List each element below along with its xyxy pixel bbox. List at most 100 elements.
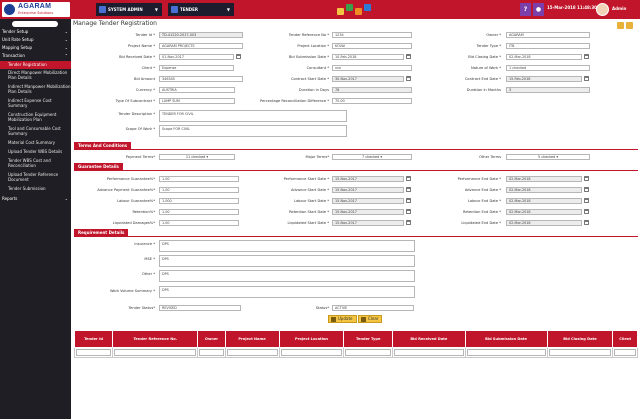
project-name-field[interactable]: AGARAM PROJECTS — [159, 43, 243, 49]
guarantee-value-field[interactable]: 1.000 — [159, 198, 239, 204]
sidebar-search-input[interactable] — [12, 21, 58, 27]
reconciliation-field[interactable]: 70.00 — [332, 98, 412, 104]
guarantee-end-field[interactable]: 02-Mar-2018 — [506, 198, 582, 204]
sidebar-item-wbs-reconciliation[interactable]: Tender WBS Cost and Reconciliation — [0, 158, 71, 168]
project-location-field[interactable]: KOVAI — [332, 43, 412, 49]
guarantee-value-field[interactable]: 1.00 — [159, 187, 239, 193]
guarantee-end-field[interactable]: 02-Mar-2018 — [506, 209, 582, 215]
guarantee-value-field[interactable]: 1.00 — [159, 209, 239, 215]
sidebar-item-upload-wbs[interactable]: Upload Tender WBS Details — [0, 149, 71, 155]
calendar-icon[interactable] — [584, 54, 589, 59]
nature-of-work-select[interactable]: 1 checked — [506, 65, 590, 71]
consultant-field[interactable]: vvn — [332, 65, 412, 71]
column-header[interactable]: Bid Closing Date — [546, 330, 614, 348]
filter-input[interactable] — [114, 349, 197, 356]
calendar-icon[interactable] — [406, 176, 411, 181]
update-button[interactable]: Update — [328, 315, 357, 323]
sidebar-item-tender-submission[interactable]: Tender Submission — [0, 186, 71, 192]
settings-icon[interactable] — [364, 4, 371, 11]
calendar-icon[interactable] — [584, 176, 589, 181]
add-icon[interactable] — [617, 22, 624, 29]
user-name[interactable]: Admin — [612, 6, 626, 11]
submodule-selector[interactable]: TENDER ▼ — [168, 3, 234, 16]
guarantee-end-field[interactable]: 02-Mar-2018 — [506, 220, 582, 226]
filter-input[interactable] — [394, 349, 464, 356]
sidebar-item-direct-manpower[interactable]: Direct Manpower Mobilization Plan Detail… — [0, 70, 71, 80]
owner-field[interactable]: AGARAM — [506, 32, 590, 38]
filter-input[interactable] — [199, 349, 224, 356]
sidebar-item-indirect-manpower[interactable]: Indirect Manpower Mobilization Plan Deta… — [0, 84, 71, 94]
major-terms-select[interactable]: 7 checked ▾ — [332, 154, 412, 160]
list-icon[interactable] — [626, 22, 633, 29]
currency-select[interactable]: AUSTRIA — [159, 87, 235, 93]
column-header[interactable]: Project Name — [224, 330, 280, 348]
bid-received-field[interactable]: 01-Nov-2017 — [159, 54, 234, 60]
filter-input[interactable] — [466, 349, 546, 356]
column-header[interactable]: Bid Received Date — [392, 330, 466, 348]
column-header[interactable]: Client — [612, 330, 638, 348]
guarantee-start-field[interactable]: 15-Nov-2017 — [332, 209, 404, 215]
filter-input[interactable] — [345, 349, 391, 356]
guarantee-start-field[interactable]: 15-Nov-2017 — [332, 220, 404, 226]
sidebar-item-upload-reference[interactable]: Upload Tender Reference Document — [0, 172, 71, 182]
column-header[interactable]: Tender Id — [73, 330, 114, 348]
reports-icon[interactable] — [355, 8, 362, 15]
status-select[interactable]: ACTIVE — [332, 305, 414, 311]
calendar-icon[interactable] — [406, 54, 411, 59]
guarantee-value-field[interactable]: 1.00 — [159, 220, 239, 226]
sidebar-item-unit-rate-setup[interactable]: Unit Rate Setup ⌄ — [0, 37, 71, 42]
guarantee-value-field[interactable]: 1.00 — [159, 176, 239, 182]
sidebar-item-construction-equipment[interactable]: Construction Equipment Mobilization Plan — [0, 112, 71, 122]
scope-field[interactable]: Scope FOR CIVIL — [159, 125, 347, 137]
tender-description-field[interactable]: TENDER FOR CIVIL — [159, 110, 347, 122]
column-header[interactable]: Tender Reference No. — [112, 330, 199, 348]
filter-input[interactable] — [614, 349, 636, 356]
calendar-icon[interactable] — [584, 220, 589, 225]
tender-status-select[interactable]: REVISED — [159, 305, 241, 311]
column-header[interactable]: Owner — [197, 330, 226, 348]
column-header[interactable]: Tender Type — [343, 330, 393, 348]
work-volume-field[interactable]: DPS — [159, 286, 415, 298]
calendar-icon[interactable] — [406, 76, 411, 81]
payment-terms-select[interactable]: 11 checked ▾ — [159, 154, 235, 160]
filter-input[interactable] — [226, 349, 278, 356]
mse-field[interactable]: DPS — [159, 255, 415, 267]
bid-amount-field[interactable]: 346345 — [159, 76, 243, 82]
guarantee-start-field[interactable]: 15-Nov-2017 — [332, 176, 404, 182]
calendar-icon[interactable] — [584, 198, 589, 203]
other-terms-select[interactable]: 5 checked ▾ — [506, 154, 590, 160]
column-header[interactable]: Bid Submission Date — [464, 330, 548, 348]
help-button[interactable]: ? — [520, 3, 531, 16]
calendar-icon[interactable] — [406, 187, 411, 192]
sidebar-item-tool-consumable[interactable]: Tool and Consumable Cost Summary — [0, 126, 71, 136]
client-field[interactable]: Expense — [159, 65, 234, 71]
sidebar-item-tender-registration[interactable]: Tender Registration — [0, 61, 71, 69]
calendar-icon[interactable] — [406, 198, 411, 203]
guarantee-start-field[interactable]: 15-Nov-2017 — [332, 198, 404, 204]
clear-button[interactable]: Clear — [358, 315, 383, 323]
calendar-icon[interactable] — [406, 220, 411, 225]
calendar-icon[interactable] — [406, 209, 411, 214]
calendar-icon[interactable] — [584, 76, 589, 81]
bid-closing-field[interactable]: 02-Mar-2018 — [506, 54, 582, 60]
tender-id-field[interactable]: TD-41220-2017-003 — [159, 32, 243, 38]
filter-input[interactable] — [280, 349, 343, 356]
notification-icon[interactable]: ● — [533, 3, 544, 16]
guarantee-end-field[interactable]: 02-Mar-2018 — [506, 176, 582, 182]
guarantee-end-field[interactable]: 02-Mar-2018 — [506, 187, 582, 193]
tender-ref-field[interactable]: 1234 — [332, 32, 412, 38]
avatar[interactable] — [596, 3, 609, 16]
calendar-icon[interactable] — [584, 209, 589, 214]
calendar-icon[interactable] — [584, 187, 589, 192]
filter-input[interactable] — [548, 349, 612, 356]
sidebar-item-reports[interactable]: Reports ⌄ — [0, 196, 71, 201]
contract-end-field[interactable]: 15-Feb-2018 — [506, 76, 582, 82]
other-field[interactable]: DPS — [159, 270, 415, 282]
sidebar-item-indirect-expense[interactable]: Indirect Expense Cost Summary — [0, 98, 71, 108]
calendar-icon[interactable] — [236, 54, 241, 59]
sidebar-item-tender-setup[interactable]: Tender Setup ⌄ — [0, 29, 71, 34]
guarantee-start-field[interactable]: 15-Nov-2017 — [332, 187, 404, 193]
filter-input[interactable] — [76, 349, 112, 356]
insurance-field[interactable]: DPS — [159, 240, 415, 252]
sidebar-item-mapping-setup[interactable]: Mapping Setup ⌄ — [0, 45, 71, 50]
